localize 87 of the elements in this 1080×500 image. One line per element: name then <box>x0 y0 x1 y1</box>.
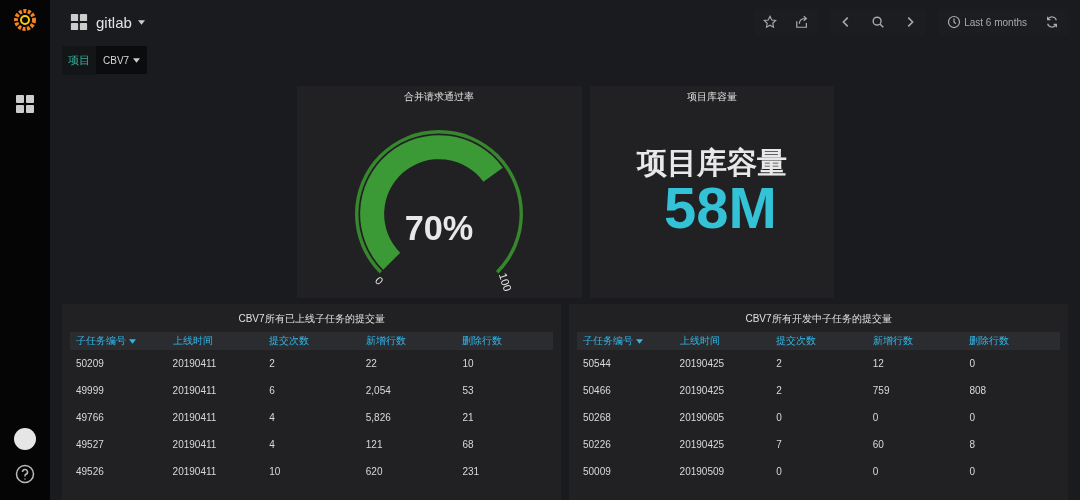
gauge-min-label: 0 <box>372 274 386 287</box>
table-cell: 2 <box>776 385 782 396</box>
table-cell: 759 <box>872 385 890 396</box>
table-cell: 2 <box>269 358 275 369</box>
stat-prefix: 项目库容量 <box>636 145 787 179</box>
sort-caret-icon <box>636 338 643 344</box>
table-cell: 620 <box>365 466 383 477</box>
table-cell: 10 <box>269 466 281 477</box>
caret-icon <box>137 19 145 25</box>
avatar[interactable] <box>14 428 36 450</box>
table-cell: 49999 <box>76 385 104 396</box>
table-cell: 0 <box>872 466 879 477</box>
column-header[interactable]: 上线时间 <box>673 332 771 350</box>
table-cell: 20190411 <box>172 358 217 369</box>
panel-title: CBV7所有开发中子任务的提交量 <box>745 312 892 326</box>
table-cell: 6 <box>269 385 275 396</box>
table-cell: 50268 <box>583 412 611 423</box>
table-cell: 49526 <box>76 466 104 477</box>
clock-icon <box>947 15 962 29</box>
table-cell: 20190411 <box>172 385 217 396</box>
table-cell: 22 <box>365 358 377 369</box>
table-cell: 10 <box>462 358 474 369</box>
variable-dropdown[interactable]: CBV7 <box>96 46 148 74</box>
column-header[interactable]: 新增行数 <box>866 332 964 350</box>
column-header[interactable]: 提交次数 <box>770 332 867 350</box>
table-cell: 20190425 <box>679 439 725 450</box>
table-cell: 808 <box>969 385 987 396</box>
table-cell: 0 <box>776 412 782 423</box>
dashboards-icon[interactable] <box>15 94 35 114</box>
column-header[interactable]: 上线时间 <box>166 332 264 350</box>
column-header[interactable]: 子任务编号 <box>70 332 167 350</box>
column-header[interactable]: 子任务编号 <box>577 332 674 350</box>
time-range-picker[interactable]: Last 6 months <box>938 9 1036 35</box>
share-icon <box>795 15 810 29</box>
table-cell: 0 <box>969 358 975 369</box>
table-cell: 60 <box>872 439 884 450</box>
sort-caret-icon <box>129 338 136 344</box>
table-cell: 49527 <box>76 439 104 450</box>
table-cell: 4 <box>269 412 275 423</box>
panel-title: 项目库容量 <box>686 90 737 104</box>
panel-title: CBV7所有已上线子任务的提交量 <box>238 312 385 326</box>
logo-icon[interactable] <box>13 8 37 32</box>
table-cell: 0 <box>969 466 975 477</box>
table-cell: 68 <box>462 439 474 450</box>
table-cell: 50209 <box>76 358 104 369</box>
column-header[interactable]: 提交次数 <box>263 332 360 350</box>
table-cell: 121 <box>365 439 383 450</box>
table-cell: 2,054 <box>365 385 391 396</box>
table-cell: 20190425 <box>679 358 725 369</box>
variable-label: 项目 <box>62 45 96 75</box>
search-icon <box>871 15 886 29</box>
table-cell: 20190425 <box>679 385 725 396</box>
table-cell: 49766 <box>76 412 104 423</box>
gauge-max-label: 100 <box>496 271 514 293</box>
refresh-icon <box>1045 15 1059 29</box>
table-cell: 20190411 <box>172 466 217 477</box>
table-cell: 231 <box>462 466 480 477</box>
dashboard-grid-icon <box>70 13 88 31</box>
table-cell: 4 <box>269 439 275 450</box>
table-cell: 20190411 <box>172 439 217 450</box>
dashboard-title[interactable]: gitlab <box>94 13 147 31</box>
table-cell: 2 <box>776 358 782 369</box>
star-icon <box>763 15 778 29</box>
table-cell: 20190605 <box>679 412 725 423</box>
caret-icon <box>133 57 141 63</box>
table-cell: 8 <box>969 439 975 450</box>
table-cell: 50466 <box>583 385 611 396</box>
table-cell: 20190411 <box>172 412 217 423</box>
table-cell: 12 <box>872 358 884 369</box>
help-icon[interactable] <box>15 464 35 484</box>
table-cell: 0 <box>969 412 975 423</box>
gauge-value: 70% <box>404 208 474 247</box>
table-cell: 50009 <box>583 466 611 477</box>
column-header[interactable]: 删除行数 <box>456 332 553 350</box>
column-header[interactable]: 删除行数 <box>963 332 1060 350</box>
column-header[interactable]: 新增行数 <box>359 332 457 350</box>
table-cell: 20190509 <box>679 466 725 477</box>
table-cell: 7 <box>776 439 782 450</box>
stat-value: 58M <box>664 178 777 237</box>
table-cell: 53 <box>462 385 474 396</box>
table-cell: 50544 <box>583 358 611 369</box>
table-cell: 0 <box>872 412 879 423</box>
panel-title: 合并请求通过率 <box>404 90 474 104</box>
table-cell: 21 <box>462 412 474 423</box>
table-cell: 0 <box>776 466 782 477</box>
table-cell: 50226 <box>583 439 611 450</box>
table-cell: 5,826 <box>365 412 391 423</box>
